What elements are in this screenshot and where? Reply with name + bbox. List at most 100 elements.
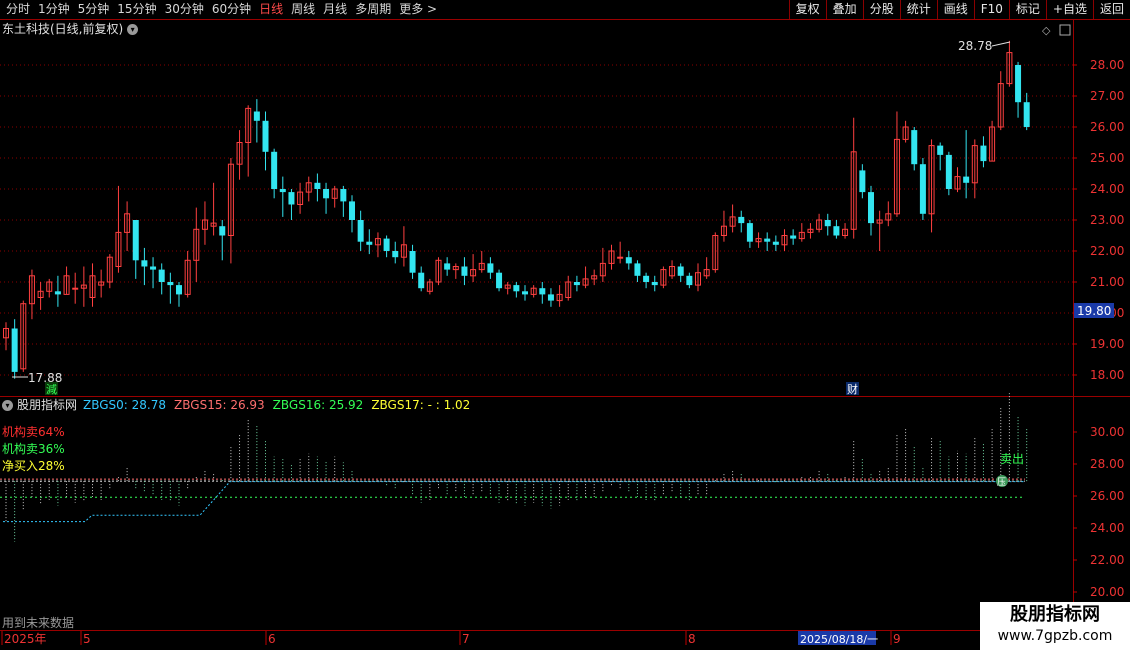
price-axis-label: 26.00: [1090, 120, 1124, 134]
candle-body: [323, 189, 330, 199]
candle-body: [150, 266, 157, 270]
date-label: 8: [688, 632, 696, 646]
candle-body: [919, 164, 926, 214]
indicator-value: ZBGS16: 25.92: [272, 398, 364, 412]
overlay: 28.7817.88減 财◇卖出压: [12, 24, 1071, 488]
candle-body: [764, 238, 771, 242]
indicator-header: ▾ 股朋指标网 ZBGS0: 28.78 ZBGS15: 26.93 ZBGS16: 2…: [2, 397, 486, 413]
indicator-name[interactable]: 股朋指标网: [17, 398, 77, 412]
candle-body: [167, 282, 174, 286]
candle-body: [824, 220, 831, 227]
price-axis-label: 21.00: [1090, 275, 1124, 289]
candle-body: [340, 189, 347, 202]
candle-body: [1015, 65, 1022, 103]
event-jian: 減: [46, 382, 57, 396]
date-label: 5: [83, 632, 91, 646]
stock-title[interactable]: 东土科技(日线,前复权) ▾: [2, 20, 139, 38]
candle-body: [176, 285, 182, 295]
price-axis-label: 23.00: [1090, 213, 1124, 227]
indicator-axis-label: 22.00: [1090, 553, 1124, 567]
candle-body: [790, 235, 797, 239]
candle-body: [366, 241, 373, 245]
date-label: 9: [893, 632, 901, 646]
signal-label: 机构卖36%: [2, 442, 65, 456]
price-axis-label: 18.00: [1090, 368, 1124, 382]
candle-body: [868, 192, 874, 224]
candle-body: [686, 275, 693, 286]
date-label: 6: [268, 632, 276, 646]
date-label: 2025年: [4, 632, 47, 646]
candle-body: [72, 287, 79, 290]
candle-body: [314, 182, 321, 189]
candle-body: [383, 238, 390, 251]
candle-body: [625, 257, 632, 264]
future-data-note: 用到未来数据: [2, 616, 75, 630]
candle-body: [262, 120, 269, 152]
candle-body: [738, 216, 745, 224]
current-price-tag: 19.80: [1077, 304, 1111, 318]
indicator-axis-label: 28.00: [1090, 457, 1124, 471]
indicator-axis-label: 30.00: [1090, 425, 1124, 439]
chevron-down-icon[interactable]: ▾: [127, 24, 139, 35]
indicator-axis-label: 26.00: [1090, 489, 1124, 503]
candle-body: [573, 282, 580, 286]
candle-body: [963, 176, 970, 183]
price-axis-label: 25.00: [1090, 151, 1124, 165]
event-cai: 财: [847, 382, 858, 396]
diamond-icon: ◇: [1042, 24, 1051, 37]
candle-body: [392, 251, 399, 258]
candle-body: [746, 223, 753, 242]
candle-body: [279, 189, 286, 193]
signal-label: 净买入28%: [2, 459, 65, 473]
pressure-dot-label: 压: [997, 477, 1006, 488]
price-axis-label: 19.00: [1090, 337, 1124, 351]
candle-body: [487, 263, 494, 273]
indicator-axis-label: 20.00: [1090, 585, 1124, 599]
candle-body: [772, 241, 779, 245]
indicator-value: ZBGS0: 28.78: [83, 398, 167, 412]
candle-body: [1023, 102, 1030, 127]
candle-body: [496, 272, 503, 289]
candle-body: [141, 260, 148, 267]
candle-body: [643, 275, 650, 282]
panel-toggle-icon: [1059, 24, 1071, 36]
indicator-axis-label: 24.00: [1090, 521, 1124, 535]
watermark-url: www.7gpzb.com: [997, 628, 1113, 644]
candle-body: [461, 266, 468, 276]
candle-body: [418, 272, 425, 289]
candle-body: [158, 269, 165, 282]
signal-label: 机构卖64%: [2, 425, 65, 439]
indicator-bars: [0, 393, 1028, 542]
signal-labels: 机构卖64% 机构卖36% 净买入28%: [2, 424, 65, 475]
candle-body: [980, 145, 987, 162]
price-axis-label: 22.00: [1090, 244, 1124, 258]
price-axis-label: 27.00: [1090, 89, 1124, 103]
chevron-down-icon[interactable]: ▾: [2, 400, 13, 411]
candle-body: [132, 220, 139, 261]
candle-body: [522, 291, 528, 295]
candle-body: [539, 288, 546, 295]
candle-body: [349, 201, 355, 220]
candle-body: [54, 291, 61, 295]
watermark-logo: 股朋指标网 www.7gpzb.com: [980, 602, 1130, 650]
candle-body: [651, 282, 658, 286]
candle-body: [513, 285, 520, 292]
candle-body: [859, 170, 866, 193]
candle-body: [911, 130, 918, 165]
indicator-value: ZBGS17: - : 1.02: [371, 398, 471, 412]
candle-body: [617, 256, 624, 259]
candle-body: [677, 266, 684, 276]
price-axis-label: 28.00: [1090, 58, 1124, 72]
candle-body: [253, 111, 260, 121]
candle-body: [547, 294, 554, 301]
candle-body: [357, 220, 364, 242]
high-arrow: [991, 41, 1011, 47]
candle-body: [288, 192, 295, 205]
candle-body: [937, 145, 944, 155]
indicator-value: ZBGS15: 26.93: [174, 398, 265, 412]
date-label: 7: [462, 632, 470, 646]
candle-body: [409, 251, 416, 273]
chart-canvas[interactable]: 28.00 27.00 26.00 25.00 24.00 23.00 22.00 21.00…: [0, 0, 1130, 650]
candle-body: [634, 263, 641, 276]
candle-body: [945, 154, 952, 189]
